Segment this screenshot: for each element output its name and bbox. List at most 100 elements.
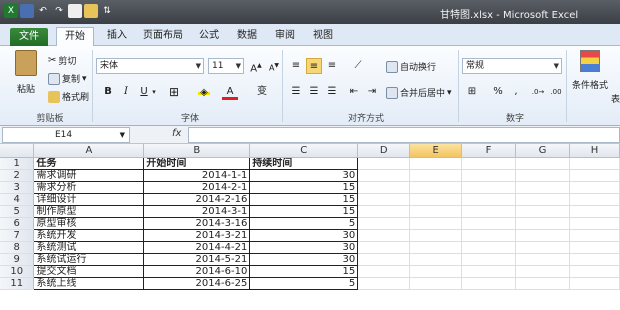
sheet-cell[interactable]: 2014-2-16 bbox=[143, 192, 251, 206]
sheet-cell[interactable]: 2014-6-25 bbox=[143, 276, 251, 290]
number-format-combo[interactable]: 常规 ▼ bbox=[462, 58, 562, 74]
row-header[interactable]: 3 bbox=[0, 181, 35, 194]
sheet-cell[interactable]: 任务 bbox=[33, 156, 145, 170]
sheet-cell[interactable] bbox=[357, 241, 411, 254]
sheet-cell[interactable] bbox=[515, 265, 570, 278]
sheet-cell[interactable]: 15 bbox=[249, 204, 359, 218]
align-middle-button[interactable]: ≡ bbox=[306, 58, 322, 74]
column-header[interactable]: B bbox=[143, 144, 251, 158]
save-icon[interactable] bbox=[20, 4, 34, 18]
sheet-cell[interactable] bbox=[569, 253, 620, 266]
sheet-cell[interactable] bbox=[461, 253, 517, 266]
tab-formulas[interactable]: 公式 bbox=[194, 27, 224, 46]
sheet-cell[interactable] bbox=[409, 253, 463, 266]
sheet-cell[interactable]: 2014-3-16 bbox=[143, 216, 251, 230]
sheet-cell[interactable]: 5 bbox=[249, 276, 359, 290]
sheet-cell[interactable]: 需求分析 bbox=[33, 180, 145, 194]
sheet-cell[interactable]: 30 bbox=[249, 252, 359, 266]
sheet-cell[interactable] bbox=[409, 181, 463, 194]
sheet-cell[interactable] bbox=[409, 241, 463, 254]
align-top-button[interactable]: ≡ bbox=[288, 58, 304, 74]
sheet-cell[interactable]: 制作原型 bbox=[33, 204, 145, 218]
copy-button[interactable]: 复制 ▾ bbox=[48, 72, 87, 85]
sheet-cell[interactable] bbox=[357, 277, 411, 290]
sheet-cell[interactable]: 2014-6-10 bbox=[143, 264, 251, 278]
insert-function-button[interactable]: fx bbox=[172, 128, 181, 139]
sort-icon[interactable]: ⇅ bbox=[100, 4, 114, 18]
sheet-cell[interactable] bbox=[461, 229, 517, 242]
sheet-cell[interactable] bbox=[357, 181, 411, 194]
underline-dropdown[interactable]: ▾ bbox=[150, 84, 158, 100]
formula-input[interactable] bbox=[188, 127, 620, 143]
sheet-cell[interactable] bbox=[515, 217, 570, 230]
cut-button[interactable]: ✂ 剪切 bbox=[48, 54, 76, 67]
sheet-cell[interactable] bbox=[357, 193, 411, 206]
select-all-corner[interactable] bbox=[0, 144, 35, 158]
sheet-cell[interactable]: 系统上线 bbox=[33, 276, 145, 290]
decrease-decimal-button[interactable]: .00 bbox=[548, 84, 564, 100]
comma-button[interactable]: , bbox=[508, 84, 524, 100]
increase-decimal-button[interactable]: .0→ bbox=[530, 84, 546, 100]
sheet-cell[interactable] bbox=[461, 169, 517, 182]
row-header[interactable]: 2 bbox=[0, 169, 35, 182]
align-center-button[interactable]: ☰ bbox=[306, 84, 322, 100]
sheet-cell[interactable] bbox=[515, 277, 570, 290]
sheet-cell[interactable]: 2014-1-1 bbox=[143, 168, 251, 182]
sheet-cell[interactable] bbox=[515, 181, 570, 194]
row-header[interactable]: 11 bbox=[0, 277, 35, 290]
sheet-cell[interactable] bbox=[461, 193, 517, 206]
sheet-cell[interactable]: 原型审核 bbox=[33, 216, 145, 230]
tab-file[interactable]: 文件 bbox=[10, 28, 48, 47]
sheet-cell[interactable] bbox=[409, 217, 463, 230]
grow-font-button[interactable]: A▲ bbox=[248, 58, 264, 74]
column-header[interactable]: H bbox=[569, 144, 620, 158]
row-header[interactable]: 5 bbox=[0, 205, 35, 218]
shrink-font-button[interactable]: A▼ bbox=[266, 58, 282, 74]
sheet-cell[interactable]: 30 bbox=[249, 240, 359, 254]
sheet-cell[interactable] bbox=[515, 229, 570, 242]
column-header[interactable]: G bbox=[515, 144, 570, 158]
orientation-button[interactable]: ⟋ bbox=[350, 58, 366, 74]
sheet-cell[interactable] bbox=[461, 157, 517, 170]
font-name-combo[interactable]: 宋体 ▼ bbox=[96, 58, 204, 74]
sheet-cell[interactable] bbox=[409, 205, 463, 218]
sheet-cell[interactable]: 开始时间 bbox=[143, 156, 251, 170]
new-icon[interactable] bbox=[68, 4, 82, 18]
sheet-cell[interactable] bbox=[515, 157, 570, 170]
decrease-indent-button[interactable]: ⇤ bbox=[346, 84, 362, 100]
tab-data[interactable]: 数据 bbox=[232, 27, 262, 46]
font-color-button[interactable]: A bbox=[222, 84, 238, 100]
sheet-cell[interactable] bbox=[569, 241, 620, 254]
sheet-cell[interactable] bbox=[461, 205, 517, 218]
sheet-cell[interactable] bbox=[357, 205, 411, 218]
wrap-text-button[interactable]: 自动换行 bbox=[386, 60, 436, 73]
sheet-cell[interactable] bbox=[409, 229, 463, 242]
column-header[interactable]: E bbox=[409, 144, 463, 158]
sheet-cell[interactable] bbox=[357, 169, 411, 182]
sheet-cell[interactable]: 2014-2-1 bbox=[143, 180, 251, 194]
row-header[interactable]: 4 bbox=[0, 193, 35, 206]
sheet-cell[interactable] bbox=[357, 253, 411, 266]
sheet-cell[interactable]: 持续时间 bbox=[249, 156, 359, 170]
sheet-cell[interactable] bbox=[569, 193, 620, 206]
merge-center-button[interactable]: 合并后居中 ▾ bbox=[386, 86, 452, 99]
column-header[interactable]: F bbox=[461, 144, 517, 158]
borders-button[interactable]: ⊞ bbox=[166, 84, 182, 100]
tab-insert[interactable]: 插入 bbox=[100, 27, 134, 46]
sheet-cell[interactable]: 5 bbox=[249, 216, 359, 230]
column-header[interactable]: A bbox=[33, 144, 145, 158]
sheet-cell[interactable]: 详细设计 bbox=[33, 192, 145, 206]
sheet-cell[interactable] bbox=[569, 265, 620, 278]
sheet-cell[interactable] bbox=[515, 241, 570, 254]
sheet-cell[interactable] bbox=[461, 217, 517, 230]
sheet-cell[interactable] bbox=[357, 265, 411, 278]
sheet-cell[interactable]: 系统开发 bbox=[33, 228, 145, 242]
name-box[interactable]: E14 ▼ bbox=[2, 127, 130, 143]
sheet-cell[interactable] bbox=[461, 241, 517, 254]
phonetic-button[interactable]: 变 bbox=[254, 84, 270, 100]
paste-button[interactable]: 粘贴 bbox=[8, 50, 44, 100]
worksheet-grid[interactable]: A B C D E F G H 1 任务 开始时间 持续时间 2 需求调研 2014-1-1… bbox=[0, 144, 620, 310]
sheet-cell[interactable]: 2014-3-21 bbox=[143, 228, 251, 242]
format-painter-button[interactable]: 格式刷 bbox=[48, 90, 89, 103]
tab-page-layout[interactable]: 页面布局 bbox=[140, 27, 186, 46]
